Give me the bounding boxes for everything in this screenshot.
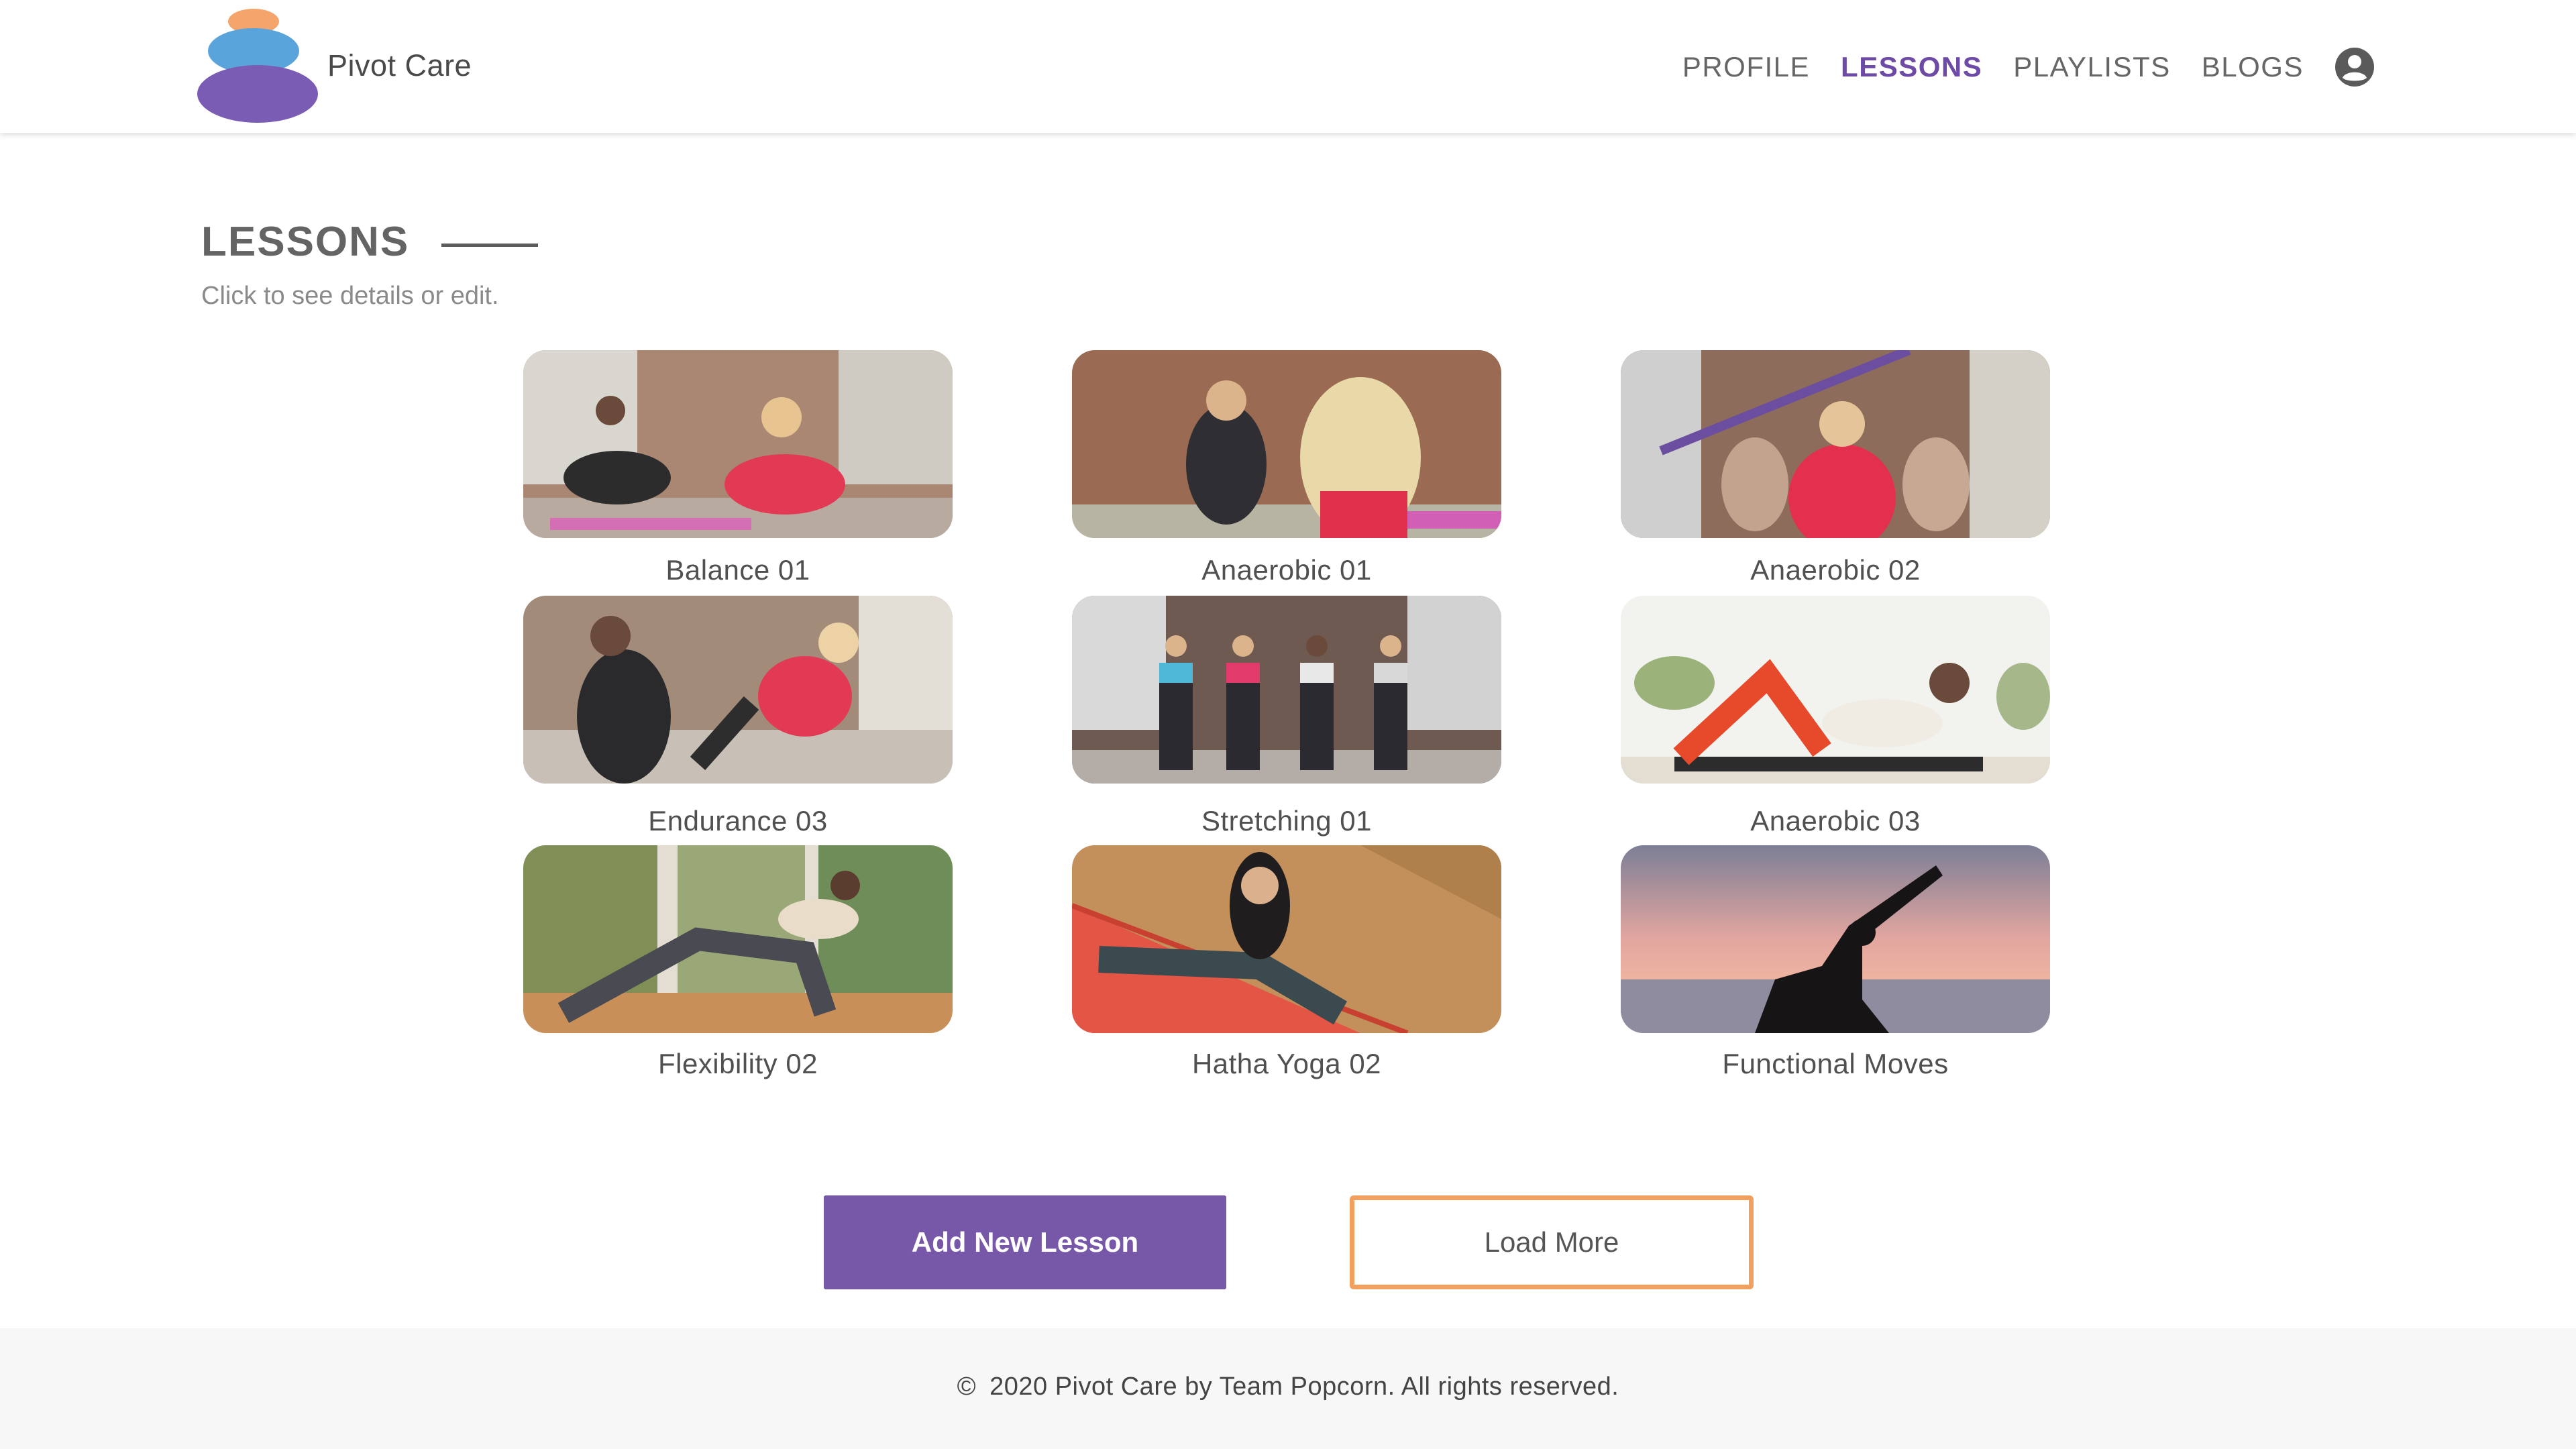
load-more-button[interactable]: Load More	[1350, 1195, 1754, 1289]
lesson-card[interactable]: Hatha Yoga 02	[1072, 845, 1501, 1091]
copyright-text: 2020 Pivot Care by Team Popcorn. All rig…	[989, 1373, 1619, 1401]
lesson-thumbnail[interactable]	[1621, 350, 2050, 538]
lesson-title: Flexibility 02	[657, 1048, 818, 1079]
lesson-card[interactable]: Flexibility 02	[523, 845, 953, 1091]
lesson-card[interactable]: Anaerobic 03	[1621, 596, 2050, 848]
lesson-card[interactable]: Anaerobic 02	[1621, 350, 2050, 597]
page-title: LESSONS	[201, 219, 410, 265]
lesson-title: Functional Moves	[1722, 1048, 1949, 1079]
lesson-thumbnail[interactable]	[523, 845, 953, 1033]
lesson-thumbnail[interactable]	[523, 596, 953, 784]
lesson-card[interactable]: Anaerobic 01	[1072, 350, 1501, 597]
top-header: Pivot Care PROFILE LESSONS PLAYLISTS BLO…	[0, 0, 2576, 133]
lesson-card[interactable]: Endurance 03	[523, 596, 953, 848]
footer-copyright: © 2020 Pivot Care by Team Popcorn. All ri…	[0, 1373, 2576, 1401]
lesson-thumbnail[interactable]	[1072, 596, 1501, 784]
lesson-thumbnail[interactable]	[1621, 596, 2050, 784]
page-subtitle: Click to see details or edit.	[201, 282, 499, 310]
lesson-title: Stretching 01	[1201, 805, 1372, 837]
lesson-title: Anaerobic 03	[1750, 805, 1921, 837]
lesson-thumbnail[interactable]	[1072, 350, 1501, 538]
main-nav: PROFILE LESSONS PLAYLISTS BLOGS	[1682, 43, 2375, 91]
lesson-card[interactable]: Stretching 01	[1072, 596, 1501, 848]
lesson-title: Anaerobic 02	[1750, 554, 1921, 586]
nav-lessons[interactable]: LESSONS	[1841, 51, 1982, 83]
nav-playlists[interactable]: PLAYLISTS	[2013, 51, 2171, 83]
brand-name[interactable]: Pivot Care	[327, 48, 472, 83]
lesson-card[interactable]: Balance 01	[523, 350, 953, 597]
lesson-thumbnail[interactable]	[523, 350, 953, 538]
add-new-lesson-button[interactable]: Add New Lesson	[824, 1195, 1226, 1289]
nav-profile[interactable]: PROFILE	[1682, 51, 1810, 83]
lesson-title: Balance 01	[665, 554, 810, 586]
lesson-grid: Balance 01 Anaerobic 01 Anaerobic 02 End…	[523, 350, 2053, 1091]
pivot-care-logo[interactable]	[195, 5, 322, 126]
lesson-title: Hatha Yoga 02	[1191, 1048, 1382, 1079]
copyright-icon: ©	[957, 1373, 977, 1401]
account-circle-icon[interactable]	[2334, 47, 2375, 87]
lesson-thumbnail[interactable]	[1621, 845, 2050, 1033]
lesson-card[interactable]: Functional Moves	[1621, 845, 2050, 1091]
footer: © 2020 Pivot Care by Team Popcorn. All ri…	[0, 1328, 2576, 1449]
nav-blogs[interactable]: BLOGS	[2202, 51, 2304, 83]
lesson-title: Anaerobic 01	[1201, 554, 1372, 586]
lesson-thumbnail[interactable]	[1072, 845, 1501, 1033]
title-divider	[441, 244, 538, 247]
lesson-title: Endurance 03	[648, 805, 828, 837]
